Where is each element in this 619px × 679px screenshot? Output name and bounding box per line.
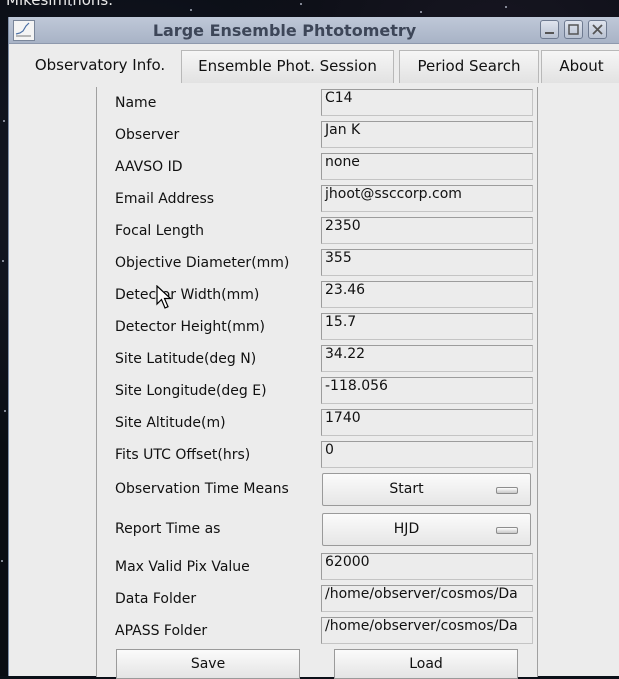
data-folder-label: Data Folder — [115, 591, 197, 607]
email-field[interactable]: jhoot@ssccorp.com — [321, 185, 533, 212]
aavso-id-label: AAVSO ID — [115, 159, 183, 175]
close-icon[interactable] — [588, 20, 607, 39]
observatory-info-panel: Name C14 Observer Jan K AAVSO ID none Em… — [96, 87, 538, 679]
aavso-id-field[interactable]: none — [321, 153, 533, 180]
save-button[interactable]: Save — [116, 649, 300, 679]
title-bar[interactable]: Large Ensemble Phtotometry — [9, 17, 619, 44]
email-label: Email Address — [115, 191, 215, 207]
window-title: Large Ensemble Phtotometry — [152, 21, 417, 40]
site-altitude-label: Site Altitude(m) — [115, 415, 226, 431]
maximize-icon[interactable] — [564, 20, 583, 39]
desktop-caption: Mikesimmons. — [6, 0, 113, 9]
objective-diameter-row: Objective Diameter(mm) 355 — [97, 249, 537, 277]
site-altitude-field[interactable]: 1740 — [321, 409, 533, 436]
data-folder-field[interactable]: /home/observer/cosmos/Da — [321, 585, 533, 612]
report-time-select[interactable]: HJD — [322, 513, 531, 546]
observation-time-value: Start — [389, 481, 424, 497]
site-longitude-row: Site Longitude(deg E) -118.056 — [97, 377, 537, 405]
detector-width-label: Detector Width(mm) — [115, 287, 260, 303]
detector-height-field[interactable]: 15.7 — [321, 313, 533, 340]
aavso-id-row: AAVSO ID none — [97, 153, 537, 181]
observation-time-select[interactable]: Start — [322, 473, 531, 506]
app-window: Large Ensemble Phtotometry Observatory I… — [8, 17, 619, 679]
site-longitude-field[interactable]: -118.056 — [321, 377, 533, 404]
site-altitude-row: Site Altitude(m) 1740 — [97, 409, 537, 437]
fits-utc-offset-field[interactable]: 0 — [321, 441, 533, 468]
dropdown-handle-icon — [496, 527, 518, 534]
observation-time-label: Observation Time Means — [115, 481, 289, 497]
report-time-label: Report Time as — [115, 521, 221, 537]
objective-diameter-field[interactable]: 355 — [321, 249, 533, 276]
detector-height-label: Detector Height(mm) — [115, 319, 265, 335]
site-latitude-field[interactable]: 34.22 — [321, 345, 533, 372]
max-valid-pix-label: Max Valid Pix Value — [115, 559, 250, 575]
focal-length-row: Focal Length 2350 — [97, 217, 537, 245]
focal-length-label: Focal Length — [115, 223, 205, 239]
focal-length-field[interactable]: 2350 — [321, 217, 533, 244]
email-row: Email Address jhoot@ssccorp.com — [97, 185, 537, 213]
tab-about[interactable]: About — [541, 50, 619, 83]
fits-utc-offset-label: Fits UTC Offset(hrs) — [115, 447, 251, 463]
name-row: Name C14 — [97, 89, 537, 117]
observer-label: Observer — [115, 127, 180, 143]
observer-row: Observer Jan K — [97, 121, 537, 149]
objective-diameter-label: Objective Diameter(mm) — [115, 255, 290, 271]
load-button[interactable]: Load — [334, 649, 518, 679]
report-time-value: HJD — [393, 521, 420, 537]
site-latitude-row: Site Latitude(deg N) 34.22 — [97, 345, 537, 373]
fits-utc-offset-row: Fits UTC Offset(hrs) 0 — [97, 441, 537, 469]
apass-folder-label: APASS Folder — [115, 623, 208, 639]
name-field[interactable]: C14 — [321, 89, 533, 116]
action-buttons-row: Save Load — [97, 649, 537, 679]
data-folder-row: Data Folder /home/observer/cosmos/Da — [97, 585, 537, 613]
minimize-icon[interactable] — [540, 20, 559, 39]
site-latitude-label: Site Latitude(deg N) — [115, 351, 257, 367]
detector-width-field[interactable]: 23.46 — [321, 281, 533, 308]
max-valid-pix-field[interactable]: 62000 — [321, 553, 533, 580]
mouse-pointer-icon — [156, 285, 173, 309]
site-longitude-label: Site Longitude(deg E) — [115, 383, 267, 399]
dropdown-handle-icon — [496, 487, 518, 494]
tab-bar: Observatory Info. Ensemble Phot. Session… — [9, 44, 619, 84]
observer-field[interactable]: Jan K — [321, 121, 533, 148]
apass-folder-field[interactable]: /home/observer/cosmos/Da — [321, 617, 533, 644]
tab-ensemble-phot-session[interactable]: Ensemble Phot. Session — [181, 50, 394, 83]
name-label: Name — [115, 95, 157, 111]
apass-folder-row: APASS Folder /home/observer/cosmos/Da — [97, 617, 537, 645]
detector-height-row: Detector Height(mm) 15.7 — [97, 313, 537, 341]
tab-observatory-info[interactable]: Observatory Info. — [17, 50, 183, 83]
observation-time-row: Observation Time Means Start — [97, 473, 537, 507]
report-time-row: Report Time as HJD — [97, 513, 537, 547]
max-valid-pix-row: Max Valid Pix Value 62000 — [97, 553, 537, 581]
tab-period-search[interactable]: Period Search — [399, 50, 539, 83]
